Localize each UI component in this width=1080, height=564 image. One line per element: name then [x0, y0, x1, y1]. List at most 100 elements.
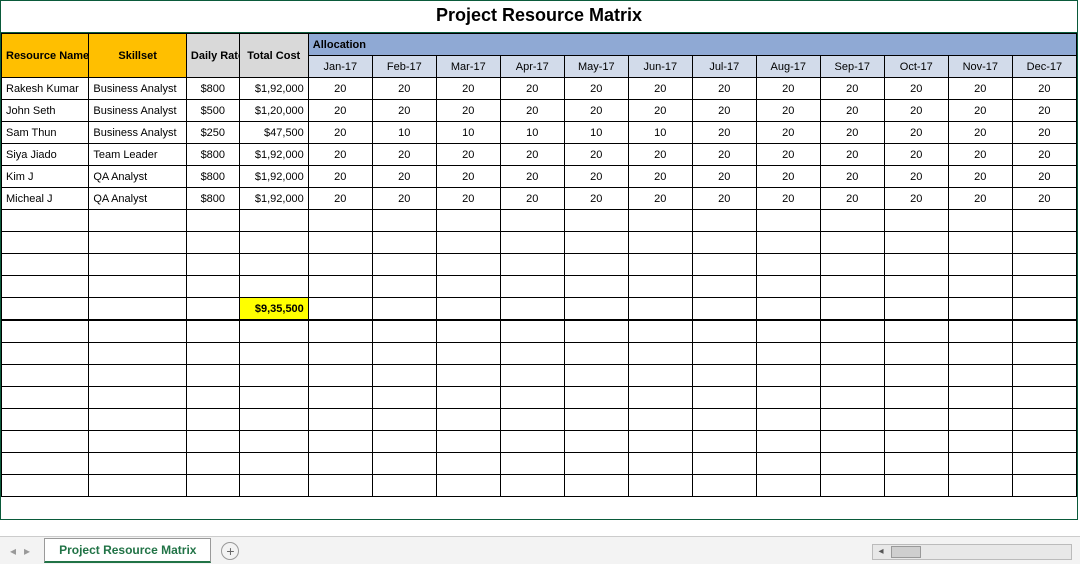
sheet-cell-blank[interactable] [948, 409, 1012, 431]
sheet-cell-blank[interactable] [239, 431, 308, 453]
sheet-cell-blank[interactable] [186, 453, 239, 475]
cell-rate[interactable]: $800 [186, 188, 239, 210]
table-row-empty[interactable] [2, 210, 1077, 232]
cell-allocation[interactable]: 20 [308, 122, 372, 144]
sheet-row-blank[interactable] [2, 431, 1077, 453]
cell-blank[interactable] [820, 298, 884, 320]
cell-allocation[interactable]: 20 [564, 100, 628, 122]
cell-empty[interactable] [89, 210, 187, 232]
cell-empty[interactable] [692, 254, 756, 276]
cell-allocation[interactable]: 20 [756, 100, 820, 122]
cell-empty[interactable] [500, 254, 564, 276]
cell-allocation[interactable]: 20 [564, 78, 628, 100]
sheet-cell-blank[interactable] [948, 475, 1012, 497]
sheet-cell-blank[interactable] [628, 387, 692, 409]
cell-allocation[interactable]: 10 [500, 122, 564, 144]
cell-empty[interactable] [186, 232, 239, 254]
sheet-cell-blank[interactable] [436, 453, 500, 475]
cell-skill[interactable]: Team Leader [89, 144, 187, 166]
cell-empty[interactable] [564, 210, 628, 232]
cell-empty[interactable] [89, 254, 187, 276]
cell-empty[interactable] [948, 276, 1012, 298]
sheet-cell-blank[interactable] [564, 343, 628, 365]
cell-empty[interactable] [500, 276, 564, 298]
cell-allocation[interactable]: 20 [436, 188, 500, 210]
sheet-cell-blank[interactable] [436, 387, 500, 409]
cell-empty[interactable] [1012, 254, 1076, 276]
cell-allocation[interactable]: 20 [372, 78, 436, 100]
table-row[interactable]: Kim JQA Analyst$800$1,92,000202020202020… [2, 166, 1077, 188]
cell-allocation[interactable]: 20 [756, 188, 820, 210]
sheet-cell-blank[interactable] [692, 365, 756, 387]
cell-empty[interactable] [628, 232, 692, 254]
cell-rate[interactable]: $800 [186, 144, 239, 166]
sheet-cell-blank[interactable] [89, 365, 187, 387]
cell-empty[interactable] [564, 254, 628, 276]
horizontal-scrollbar[interactable]: ◂ [872, 544, 1072, 560]
cell-empty[interactable] [308, 232, 372, 254]
cell-allocation[interactable]: 20 [884, 100, 948, 122]
cell-rate[interactable]: $800 [186, 166, 239, 188]
sheet-cell-blank[interactable] [436, 321, 500, 343]
sheet-cell-blank[interactable] [628, 409, 692, 431]
cell-empty[interactable] [820, 210, 884, 232]
cell-allocation[interactable]: 20 [436, 100, 500, 122]
cell-allocation[interactable]: 20 [948, 122, 1012, 144]
sheet-cell-blank[interactable] [1012, 343, 1076, 365]
sheet-cell-blank[interactable] [756, 409, 820, 431]
cell-allocation[interactable]: 20 [564, 144, 628, 166]
cell-blank[interactable] [564, 298, 628, 320]
cell-allocation[interactable]: 20 [884, 78, 948, 100]
cell-blank[interactable] [884, 298, 948, 320]
sheet-cell-blank[interactable] [820, 321, 884, 343]
cell-empty[interactable] [2, 210, 89, 232]
cell-empty[interactable] [948, 210, 1012, 232]
cell-empty[interactable] [2, 276, 89, 298]
cell-name[interactable]: Rakesh Kumar [2, 78, 89, 100]
sheet-cell-blank[interactable] [436, 475, 500, 497]
cell-blank[interactable] [1012, 298, 1076, 320]
sheet-cell-blank[interactable] [500, 365, 564, 387]
sheet-cell-blank[interactable] [884, 343, 948, 365]
cell-empty[interactable] [692, 232, 756, 254]
table-row[interactable]: John SethBusiness Analyst$500$1,20,00020… [2, 100, 1077, 122]
sheet-cell-blank[interactable] [372, 343, 436, 365]
sheet-cell-blank[interactable] [2, 431, 89, 453]
cell-empty[interactable] [436, 232, 500, 254]
sheet-cell-blank[interactable] [948, 453, 1012, 475]
cell-empty[interactable] [1012, 276, 1076, 298]
cell-allocation[interactable]: 20 [692, 100, 756, 122]
sheet-row-blank[interactable] [2, 343, 1077, 365]
sheet-cell-blank[interactable] [239, 453, 308, 475]
sheet-cell-blank[interactable] [564, 365, 628, 387]
cell-blank[interactable] [2, 298, 89, 320]
sheet-cell-blank[interactable] [756, 475, 820, 497]
sheet-cell-blank[interactable] [2, 453, 89, 475]
sheet-cell-blank[interactable] [820, 475, 884, 497]
sheet-cell-blank[interactable] [308, 387, 372, 409]
cell-empty[interactable] [500, 210, 564, 232]
cell-allocation[interactable]: 20 [436, 144, 500, 166]
sheet-cell-blank[interactable] [820, 343, 884, 365]
sheet-cell-blank[interactable] [89, 431, 187, 453]
sheet-cell-blank[interactable] [820, 365, 884, 387]
sheet-cell-blank[interactable] [372, 431, 436, 453]
sheet-cell-blank[interactable] [239, 321, 308, 343]
grand-total-cell[interactable]: $9,35,500 [239, 298, 308, 320]
cell-allocation[interactable]: 20 [628, 166, 692, 188]
table-row-empty[interactable] [2, 254, 1077, 276]
sheet-cell-blank[interactable] [820, 453, 884, 475]
nav-prev-icon[interactable]: ◂ [10, 544, 16, 558]
sheet-cell-blank[interactable] [500, 453, 564, 475]
sheet-cell-blank[interactable] [436, 431, 500, 453]
cell-blank[interactable] [692, 298, 756, 320]
sheet-cell-blank[interactable] [1012, 453, 1076, 475]
sheet-cell-blank[interactable] [372, 475, 436, 497]
cell-empty[interactable] [820, 276, 884, 298]
sheet-cell-blank[interactable] [884, 431, 948, 453]
cell-allocation[interactable]: 20 [1012, 78, 1076, 100]
sheet-cell-blank[interactable] [186, 409, 239, 431]
sheet-cell-blank[interactable] [239, 387, 308, 409]
sheet-cell-blank[interactable] [884, 475, 948, 497]
cell-allocation[interactable]: 10 [372, 122, 436, 144]
